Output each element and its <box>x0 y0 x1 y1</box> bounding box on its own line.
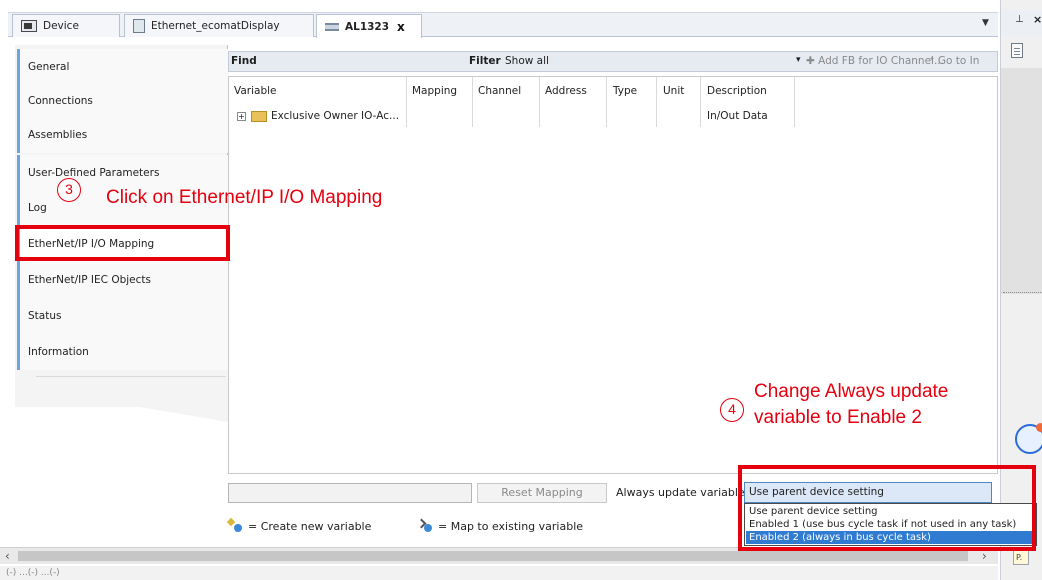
header-description[interactable]: Description <box>707 85 767 97</box>
step-4-badge: 4 <box>720 398 744 422</box>
add-fb-button[interactable]: ✚ Add FB for IO Channel... <box>806 55 944 67</box>
highlight-box-io-mapping <box>15 225 230 261</box>
tab-device-label: Device <box>43 20 79 32</box>
find-filter-bar: Find Filter Show all ▾ ✚ Add FB for IO C… <box>228 51 998 72</box>
nav-item-label: EtherNet/IP IEC Objects <box>28 274 151 286</box>
mapping-input[interactable] <box>228 483 472 503</box>
tab-al1323-label: AL1323 <box>345 20 390 33</box>
goto-icon: ⁺ <box>929 55 938 67</box>
dock-footer-icon[interactable]: P. <box>1013 550 1029 565</box>
nav-item-assemblies[interactable]: Assemblies <box>17 117 229 153</box>
dock-close-icon[interactable]: × <box>1033 13 1042 26</box>
highlight-box-always-update <box>738 465 1036 551</box>
nav-item-label: Assemblies <box>28 129 88 141</box>
expand-icon[interactable]: + <box>237 112 246 121</box>
tab-ethernet-label: Ethernet_ecomatDisplay <box>151 20 280 32</box>
go-to-instance-button[interactable]: ⁺ Go to In <box>929 55 979 67</box>
tab-ethernet-ecomatdisplay[interactable]: Ethernet_ecomatDisplay <box>124 14 314 37</box>
dock-content-area <box>1001 68 1042 294</box>
nav-item-information[interactable]: Information <box>17 334 229 370</box>
nav-divider <box>36 376 226 377</box>
create-variable-legend: = Create new variable <box>248 520 372 533</box>
device-icon <box>21 20 37 32</box>
nav-item-label: Status <box>28 310 62 322</box>
nav-item-ethernetip-iec-objects[interactable]: EtherNet/IP IEC Objects <box>17 262 229 298</box>
footer-strip: (-) ...(-) ...(-) <box>0 566 998 580</box>
nav-item-general[interactable]: General <box>17 49 229 85</box>
nav-item-connections[interactable]: Connections <box>17 83 229 119</box>
scroll-right-icon[interactable]: › <box>982 549 987 563</box>
nav-item-label: User-Defined Parameters <box>28 167 160 179</box>
header-unit[interactable]: Unit <box>663 85 684 97</box>
pin-icon[interactable]: ⊥ <box>1015 14 1024 25</box>
header-variable[interactable]: Variable <box>234 85 277 97</box>
table-row-variable[interactable]: Exclusive Owner IO-Ac... <box>271 110 399 122</box>
header-channel[interactable]: Channel <box>478 85 521 97</box>
add-fb-label: Add FB for IO Channel... <box>818 55 944 67</box>
nav-item-label: General <box>28 61 70 73</box>
nav-item-label: Information <box>28 346 89 358</box>
folder-icon <box>251 111 267 122</box>
scroll-left-icon[interactable]: ‹ <box>5 549 10 563</box>
step-4-instruction-line-1: Change Always update <box>754 381 949 402</box>
step-4-instruction-line-2: variable to Enable 2 <box>754 407 922 428</box>
map-variable-icon <box>416 518 434 533</box>
filter-label: Filter <box>469 55 501 67</box>
map-variable-legend: = Map to existing variable <box>438 520 584 533</box>
tab-close-icon[interactable]: x <box>397 20 405 34</box>
nav-item-user-defined-parameters[interactable]: User-Defined Parameters <box>17 155 229 191</box>
tab-al1323[interactable]: AL1323 x <box>316 14 422 38</box>
scroll-thumb[interactable] <box>18 551 968 561</box>
nav-item-status[interactable]: Status <box>17 298 229 334</box>
find-label: Find <box>231 55 257 67</box>
module-icon <box>325 22 339 31</box>
create-variable-icon <box>226 517 244 533</box>
ethernet-device-icon <box>133 19 145 33</box>
filter-select[interactable]: Show all <box>505 55 795 67</box>
chat-assistant-icon[interactable] <box>1015 423 1042 454</box>
header-mapping[interactable]: Mapping <box>412 85 457 97</box>
header-type[interactable]: Type <box>613 85 637 97</box>
always-update-label: Always update variables <box>616 486 751 499</box>
document-icon[interactable] <box>1011 43 1023 58</box>
step-3-badge: 3 <box>57 178 81 202</box>
filter-dropdown-icon[interactable]: ▾ <box>796 55 801 65</box>
find-input[interactable] <box>267 53 481 70</box>
add-fb-icon: ✚ <box>806 55 819 67</box>
tab-list-dropdown-icon[interactable]: ▼ <box>982 18 989 28</box>
splitter-grip[interactable] <box>1003 292 1041 295</box>
goto-label: Go to In <box>937 55 980 67</box>
nav-item-label: Log <box>28 202 47 214</box>
reset-mapping-button[interactable]: Reset Mapping <box>477 483 607 503</box>
step-3-instruction: Click on Ethernet/IP I/O Mapping <box>106 187 383 208</box>
nav-item-label: Connections <box>28 95 93 107</box>
table-row-description: In/Out Data <box>707 110 768 122</box>
tab-device[interactable]: Device <box>12 14 120 37</box>
header-address[interactable]: Address <box>545 85 587 97</box>
